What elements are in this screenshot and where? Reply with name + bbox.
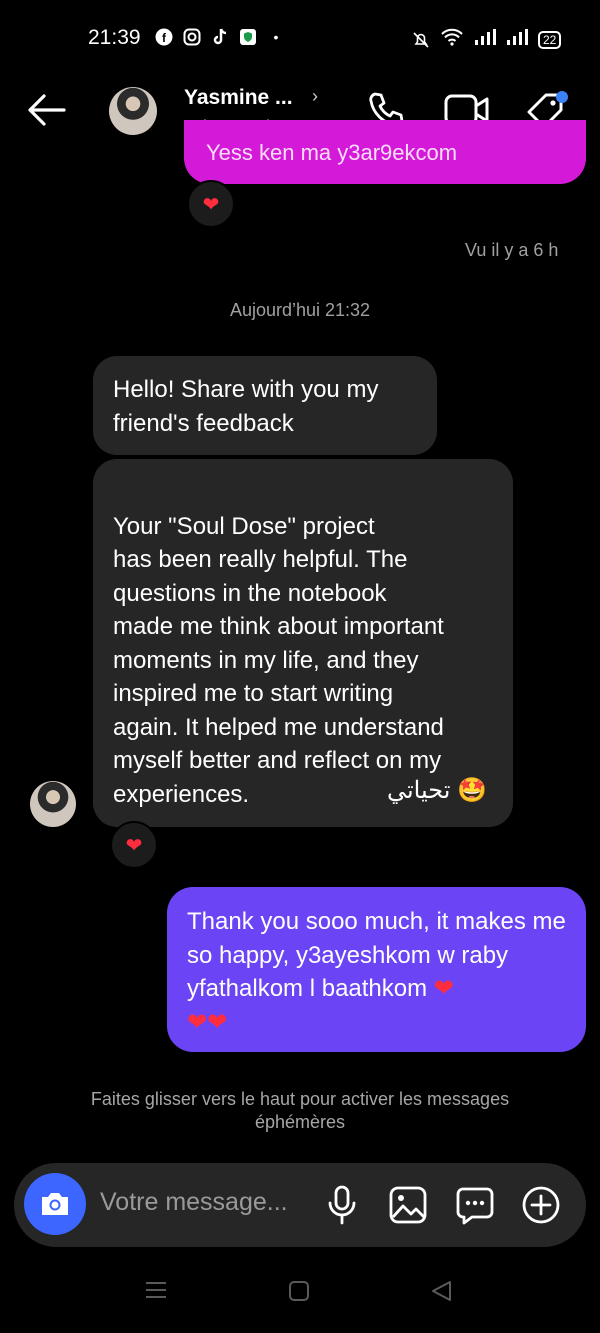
wifi-icon — [440, 28, 464, 51]
camera-button[interactable] — [24, 1173, 86, 1235]
menu-nav-icon — [146, 1282, 166, 1298]
chevron-right-icon[interactable]: › — [312, 86, 318, 107]
heart-emoji: ❤ — [433, 975, 454, 1002]
message-text: Thank you sooo much, it makes me so happ… — [187, 908, 566, 1002]
back-arrow-icon — [28, 94, 66, 126]
date-separator: Aujourd’hui 21:32 — [229, 300, 371, 320]
dot-icon: • — [273, 29, 279, 45]
sticker-button[interactable] — [455, 1185, 495, 1230]
camera-icon — [42, 1193, 68, 1215]
sent-message-partial[interactable]: Yess ken ma y3ar9ekcom — [184, 120, 586, 184]
recent-apps-button[interactable] — [145, 1280, 167, 1305]
instagram-icon — [183, 28, 201, 46]
seen-status: Vu il y a 6 h — [465, 240, 559, 260]
message-text: Your "Soul Dose" project has been really… — [113, 512, 444, 808]
voice-message-button[interactable] — [325, 1185, 359, 1230]
heart-reaction[interactable]: ❤ — [187, 180, 235, 228]
message-arabic-line: تحياتي 🤩 — [387, 777, 487, 804]
heart-emoji: ❤❤ — [187, 1008, 228, 1036]
back-nav-button[interactable] — [430, 1280, 452, 1307]
home-nav-icon — [289, 1281, 309, 1301]
message-text: Yess ken ma y3ar9ekcom — [206, 140, 458, 165]
avatar[interactable] — [109, 87, 157, 135]
message-input[interactable] — [100, 1188, 310, 1217]
mic-icon — [328, 1185, 356, 1225]
heart-reaction[interactable]: ❤ — [110, 821, 158, 869]
battery-indicator: 22 — [538, 30, 562, 49]
notification-dot — [556, 91, 568, 103]
home-button[interactable] — [288, 1280, 310, 1307]
received-message[interactable]: Hello! Share with you my friend's feedba… — [93, 356, 437, 455]
contact-name[interactable]: Yasmine ... — [184, 86, 293, 110]
back-button[interactable] — [26, 92, 66, 133]
sticker-icon — [456, 1187, 494, 1225]
signal-icon — [474, 29, 496, 50]
shield-icon — [239, 28, 257, 46]
tiktok-icon — [211, 28, 229, 46]
signal-icon — [506, 29, 528, 50]
plus-icon — [522, 1186, 560, 1224]
status-system-icons: 22 — [412, 28, 562, 51]
status-time: 21:39 — [88, 26, 141, 49]
status-notification-icons: f • — [155, 28, 285, 46]
received-message[interactable]: Your "Soul Dose" project has been really… — [93, 459, 513, 827]
more-options-button[interactable] — [521, 1185, 561, 1230]
ephemeral-hint: Faites glisser vers le haut pour activer… — [90, 1089, 510, 1132]
sent-message[interactable]: Thank you sooo much, it makes me so happ… — [167, 887, 586, 1052]
silent-icon — [412, 31, 430, 49]
facebook-icon: f — [155, 28, 173, 46]
gallery-button[interactable] — [388, 1185, 428, 1230]
sender-avatar[interactable] — [30, 781, 76, 827]
gallery-icon — [389, 1186, 427, 1224]
back-nav-icon — [432, 1281, 451, 1301]
